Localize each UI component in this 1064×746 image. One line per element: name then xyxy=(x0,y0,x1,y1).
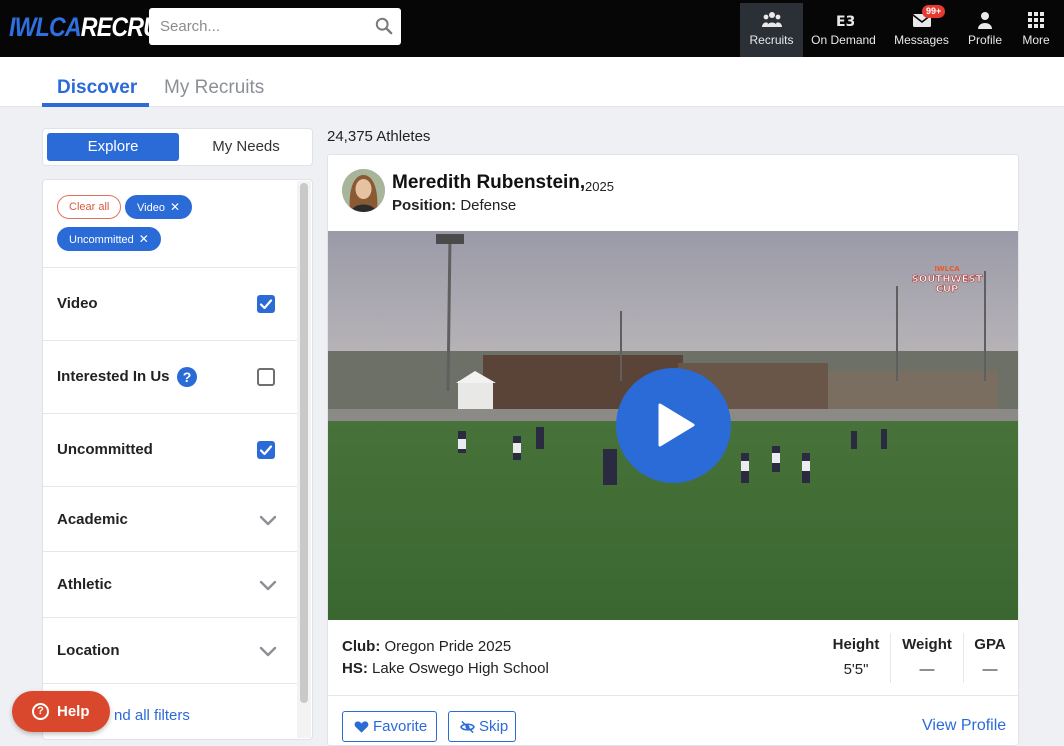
high-school-info: HS: Lake Oswego High School xyxy=(342,660,549,677)
nav-more[interactable]: More xyxy=(1014,3,1058,57)
grid-icon xyxy=(1028,12,1044,28)
view-profile-link[interactable]: View Profile xyxy=(922,717,1006,735)
highlight-video[interactable]: IWLCA SOUTHWEST CUP xyxy=(328,231,1018,620)
gpa-stat: GPA — xyxy=(974,636,1006,678)
chevron-down-icon[interactable] xyxy=(259,579,277,591)
page-tabs: Discover My Recruits xyxy=(0,57,1064,107)
search-icon[interactable] xyxy=(375,17,393,35)
filter-row-interested-in-us[interactable]: Interested In Us ? xyxy=(43,340,298,413)
graduation-year: 2025 xyxy=(585,179,614,194)
person-icon xyxy=(978,12,992,29)
card-divider xyxy=(328,695,1018,696)
filter-row-athletic[interactable]: Athletic xyxy=(43,551,298,617)
scrollbar-thumb[interactable] xyxy=(300,183,308,703)
filter-panel: Clear all Video ✕ Uncommitted ✕ Video Inte… xyxy=(42,179,313,740)
expand-all-filters-link[interactable]: nd all filters xyxy=(114,707,190,724)
avatar[interactable] xyxy=(342,169,385,212)
filter-row-video[interactable]: Video xyxy=(43,267,298,340)
remove-chip-icon[interactable]: ✕ xyxy=(170,200,180,214)
watermark-line-3: CUP xyxy=(936,284,959,295)
play-icon xyxy=(658,403,695,447)
nav-on-demand[interactable]: E3 On Demand xyxy=(808,3,879,57)
clear-all-filters-button[interactable]: Clear all xyxy=(57,195,122,219)
explore-needs-toggle: Explore My Needs xyxy=(42,128,313,166)
my-needs-button[interactable]: My Needs xyxy=(181,133,311,161)
filter-row-uncommitted[interactable]: Uncommitted xyxy=(43,413,298,486)
filter-row-location[interactable]: Location xyxy=(43,617,298,683)
search-input[interactable] xyxy=(149,8,364,45)
athlete-count: 24,375 Athletes xyxy=(327,128,431,145)
tab-my-recruits[interactable]: My Recruits xyxy=(164,77,264,99)
nav-messages[interactable]: 99+ Messages xyxy=(890,3,953,57)
active-tab-indicator xyxy=(42,103,149,107)
messages-count-badge: 99+ xyxy=(922,5,946,18)
help-question-icon[interactable]: ? xyxy=(177,367,197,387)
athlete-card: Meredith Rubenstein, 2025 Position: Defe… xyxy=(327,154,1019,746)
filter-row-academic[interactable]: Academic xyxy=(43,486,298,551)
tab-discover[interactable]: Discover xyxy=(57,77,137,99)
heart-icon xyxy=(354,721,369,733)
nav-recruits[interactable]: Recruits xyxy=(740,3,803,57)
favorite-button[interactable]: Favorite xyxy=(342,711,437,742)
help-circle-icon: ? xyxy=(32,703,49,720)
stat-divider xyxy=(890,633,891,683)
athlete-position: Position: Defense xyxy=(392,197,517,214)
skip-button[interactable]: Skip xyxy=(448,711,516,742)
club-info: Club: Oregon Pride 2025 xyxy=(342,638,512,655)
nav-profile[interactable]: Profile xyxy=(960,3,1010,57)
search-box xyxy=(149,8,401,45)
team-icon xyxy=(761,12,782,27)
stat-divider xyxy=(963,633,964,683)
filter-chip-video[interactable]: Video ✕ xyxy=(125,195,192,219)
interested-in-us-checkbox[interactable] xyxy=(257,368,275,386)
top-navigation-bar: IWLCARECRUITS Recruits E3 On Demand 99+ … xyxy=(0,0,1064,57)
chevron-down-icon[interactable] xyxy=(259,645,277,657)
video-checkbox[interactable] xyxy=(257,295,275,313)
chevron-down-icon[interactable] xyxy=(259,514,277,526)
watermark-line-1: IWLCA xyxy=(934,265,960,273)
filter-chip-uncommitted[interactable]: Uncommitted ✕ xyxy=(57,227,161,251)
on-demand-icon: E3 xyxy=(836,14,854,29)
uncommitted-checkbox[interactable] xyxy=(257,441,275,459)
help-button[interactable]: ? Help xyxy=(12,691,110,732)
filter-panel-scrollbar[interactable] xyxy=(297,181,311,738)
svg-text:E3: E3 xyxy=(836,14,854,29)
explore-button[interactable]: Explore xyxy=(47,133,179,161)
athlete-name[interactable]: Meredith Rubenstein, xyxy=(392,172,585,194)
eye-slash-icon xyxy=(460,720,475,734)
play-video-button[interactable] xyxy=(616,368,731,483)
remove-chip-icon[interactable]: ✕ xyxy=(139,232,149,246)
height-stat: Height 5'5" xyxy=(832,636,880,678)
weight-stat: Weight — xyxy=(902,636,952,678)
